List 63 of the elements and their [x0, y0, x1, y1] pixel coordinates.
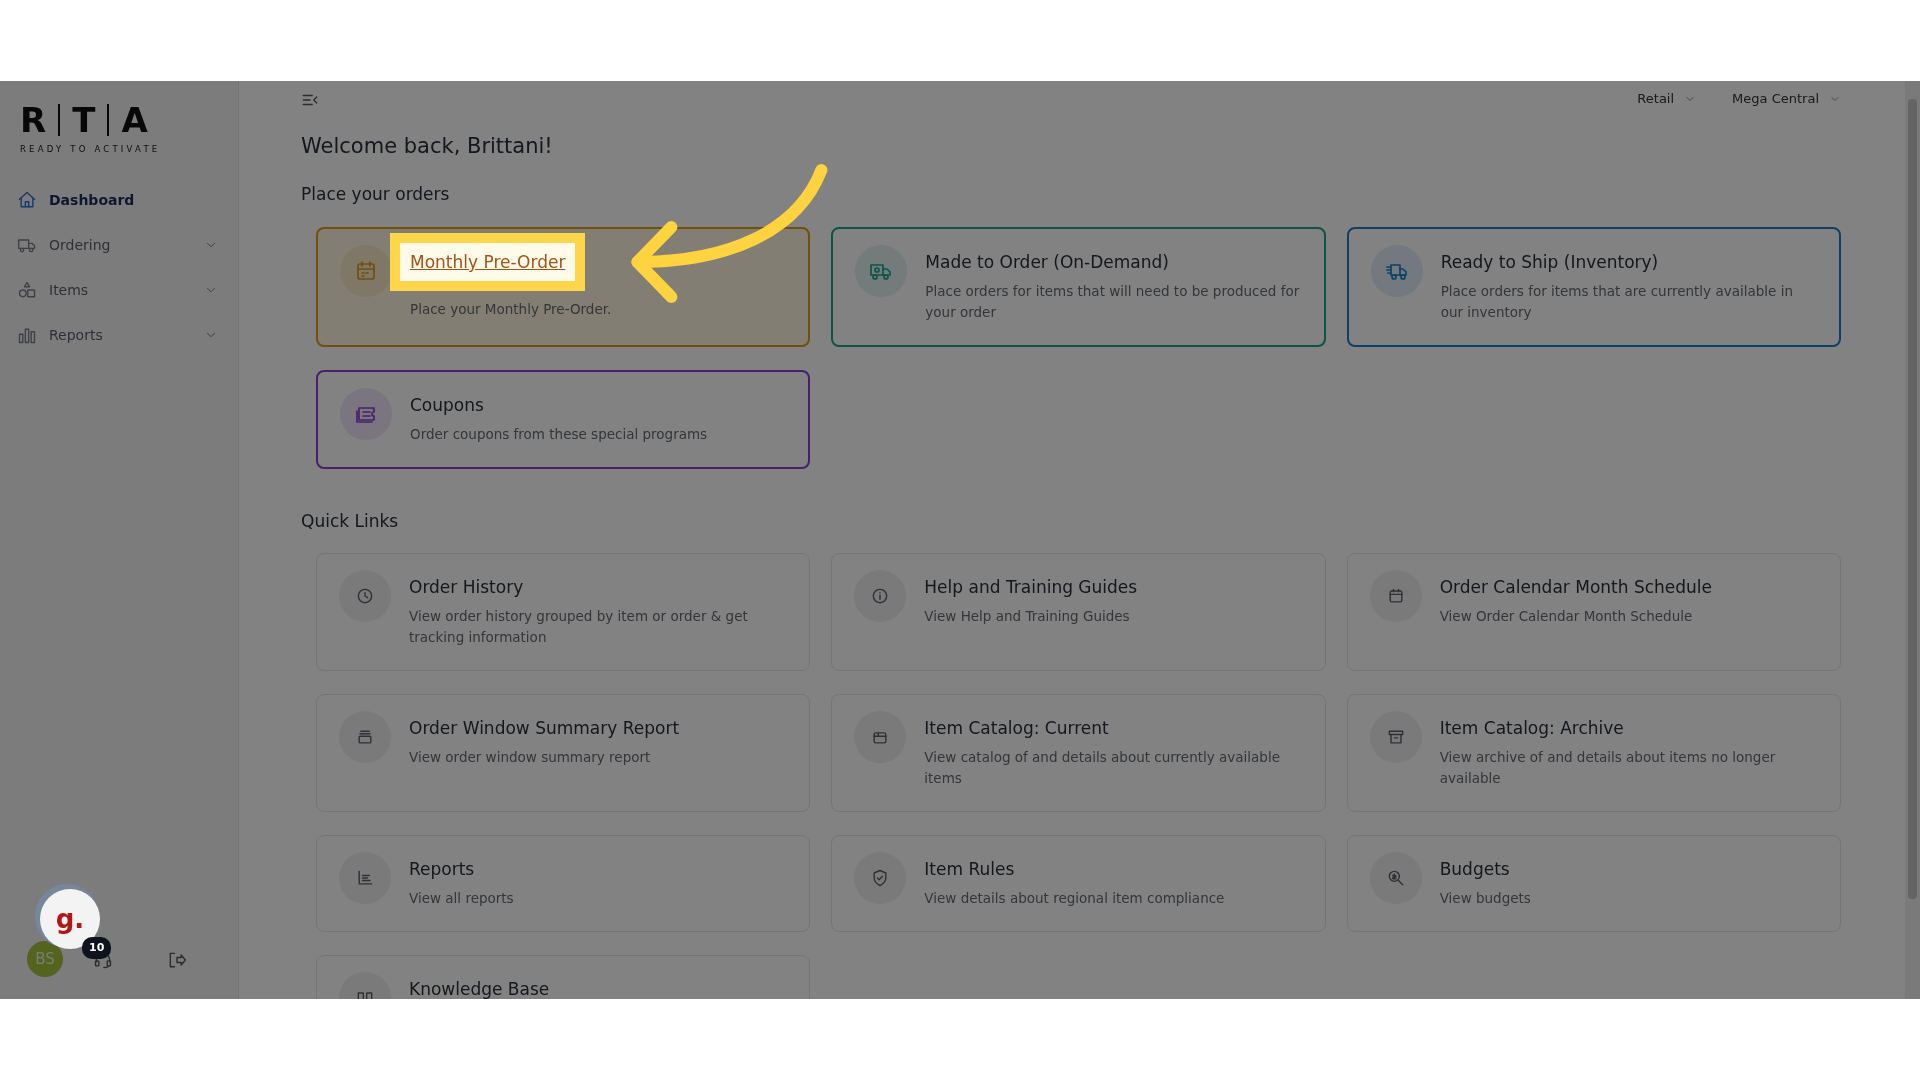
- card-description: View all reports: [409, 889, 514, 908]
- card-title: Order Window Summary Report: [409, 717, 680, 739]
- quick-link-card[interactable]: Order Window Summary Report View order window summary report: [316, 694, 811, 812]
- notification-badge: 10: [82, 936, 112, 959]
- card-description: View archive of and details about items no longer available: [1439, 748, 1777, 788]
- order-type-card[interactable]: Made to Order (On-Demand) Place orders for items that will need to be produced for your order: [831, 227, 1326, 347]
- card-description: View order history grouped by item or order & get tracking information: [409, 607, 749, 647]
- sidebar-item[interactable]: Reports: [0, 316, 238, 354]
- order-type-card[interactable]: Monthly Pre-Order Place your Monthly Pre-Order.: [316, 227, 811, 347]
- dropdown[interactable]: Retail: [1637, 89, 1697, 109]
- card-title: Coupons: [410, 394, 485, 416]
- card-title: Item Catalog: Current: [924, 717, 1110, 739]
- card-title: Made to Order (On-Demand): [925, 251, 1170, 273]
- card-title: Order Calendar Month Schedule: [1439, 576, 1713, 598]
- quick-link-card[interactable]: Budgets View budgets: [1346, 835, 1841, 932]
- clock-icon: [355, 586, 375, 606]
- card-title: Knowledge Base: [409, 978, 550, 999]
- card-description: Place your Monthly Pre-Order.: [410, 300, 612, 319]
- card-title: Reports: [409, 858, 476, 880]
- tray-stack-icon: [355, 727, 375, 747]
- card-description: Place orders for items that will need to be produced for your order: [925, 282, 1301, 322]
- card-title: Order History: [409, 576, 525, 598]
- quick-link-card[interactable]: Knowledge Base: [316, 955, 811, 999]
- quick-link-card[interactable]: Item Catalog: Current View catalog of and details about currently available items: [831, 694, 1326, 812]
- quick-link-card[interactable]: Item Rules View details about regional item compliance: [831, 835, 1326, 932]
- card-title: Help and Training Guides: [924, 576, 1138, 598]
- quick-link-card[interactable]: Item Catalog: Archive View archive of and details about items no longer available: [1346, 694, 1841, 812]
- calendar-icon: [354, 259, 378, 283]
- card-description: View Order Calendar Month Schedule: [1439, 607, 1694, 626]
- logo-divider: [107, 104, 110, 136]
- dropdown[interactable]: Mega Central: [1732, 89, 1841, 109]
- card-description: Place orders for items that are currently available in our inventory: [1440, 282, 1794, 322]
- card-title: Monthly Pre-Order: [390, 233, 586, 291]
- card-description: View order window summary report: [409, 748, 652, 767]
- card-description: View catalog of and details about currently available items: [924, 748, 1281, 788]
- section-heading: Quick Links: [301, 510, 400, 533]
- logo-tagline: READY TO ACTIVATE: [20, 143, 162, 156]
- card-title: Item Rules: [924, 858, 1016, 880]
- quick-link-card[interactable]: Reports View all reports: [316, 835, 811, 932]
- quick-link-card[interactable]: Order History View order history grouped by item or order & get tracking information: [316, 553, 811, 671]
- logo-letter: T: [72, 103, 96, 137]
- scrollbar[interactable]: [1905, 81, 1920, 999]
- card-description: View Help and Training Guides: [924, 607, 1131, 626]
- order-type-card[interactable]: Coupons Order coupons from these special programs: [316, 370, 811, 469]
- quick-link-card[interactable]: Order Calendar Month Schedule View Order Calendar Month Schedule: [1346, 553, 1841, 671]
- chart-lines-icon: [355, 868, 375, 888]
- section-heading: Place your orders: [301, 183, 451, 206]
- card-description: View budgets: [1439, 889, 1531, 908]
- quick-link-card[interactable]: Help and Training Guides View Help and Training Guides: [831, 553, 1326, 671]
- logo-letter: R: [20, 103, 47, 137]
- logo-letter: A: [121, 103, 148, 137]
- sidebar-item[interactable]: Ordering: [0, 226, 238, 264]
- card-title: Budgets: [1439, 858, 1511, 880]
- sidebar-item[interactable]: Items: [0, 271, 238, 309]
- bar-chart-icon: [17, 325, 37, 346]
- logo-divider: [58, 104, 61, 136]
- sidebar-item[interactable]: Dashboard: [0, 181, 238, 219]
- card-description: View details about regional item compliance: [924, 889, 1225, 908]
- card-title: Item Catalog: Archive: [1439, 717, 1625, 739]
- card-description: Order coupons from these special programs: [410, 425, 708, 444]
- order-type-card[interactable]: Ready to Ship (Inventory) Place orders for items that are currently available in our inventory: [1346, 227, 1841, 347]
- welcome-heading: Welcome back, Brittani!: [301, 133, 554, 160]
- card-title: Ready to Ship (Inventory): [1440, 251, 1660, 273]
